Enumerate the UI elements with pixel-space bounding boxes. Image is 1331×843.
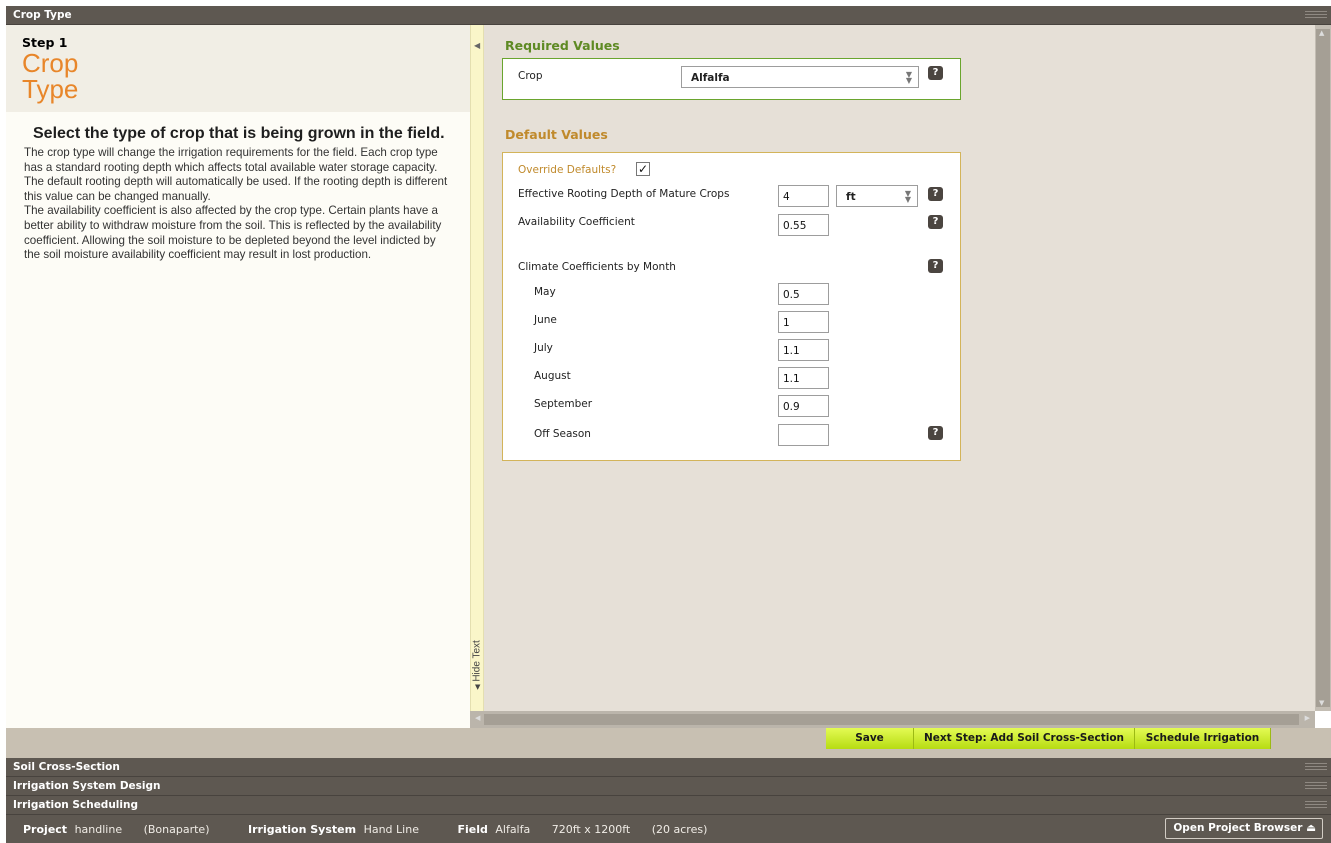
crop-type-panel-header[interactable]: Crop Type [6,6,1331,25]
action-bar: Save Next Step: Add Soil Cross-Section S… [6,728,1331,758]
eject-icon: ⏏ [1306,822,1316,834]
scroll-left-icon[interactable]: ◀ [475,714,480,722]
hide-text-toggle[interactable]: ◀ Hide Text [471,630,483,700]
irrigation-scheduling-title: Irrigation Scheduling [13,799,138,811]
month-label-may: May [534,286,556,298]
project-name: handline [74,823,123,836]
month-input-september[interactable]: 0.9 [778,395,829,417]
month-label-off-season: Off Season [534,428,591,440]
required-values-title: Required Values [505,38,620,53]
help-paragraph: The crop type will change the irrigation… [24,146,448,203]
climate-coefficients-label: Climate Coefficients by Month [518,261,676,273]
step-title-line1: Crop [22,48,79,78]
open-project-browser-label: Open Project Browser [1173,822,1303,834]
month-label-june: June [534,314,557,326]
rooting-depth-label: Effective Rooting Depth of Mature Crops [518,188,730,200]
month-input-july[interactable]: 1.1 [778,339,829,361]
month-label-august: August [534,370,571,382]
month-input-august[interactable]: 1.1 [778,367,829,389]
field-label: Field [457,823,488,836]
vertical-scroll-thumb[interactable] [1316,29,1330,707]
month-label-september: September [534,398,593,410]
scroll-up-icon[interactable]: ▲ [1319,29,1324,37]
month-input-off-season[interactable] [778,424,829,446]
irrigation-system-design-title: Irrigation System Design [13,780,161,792]
override-defaults-checkbox[interactable]: ✓ [636,162,650,176]
rooting-depth-unit-select[interactable]: ft ▼ ▼ [836,185,918,207]
step-header: Step 1 Crop Type [6,25,470,112]
vertical-scrollbar[interactable]: ▲ ▼ [1315,25,1331,711]
scroll-corner [1315,711,1331,728]
soil-cross-section-panel-header[interactable]: Soil Cross-Section [6,758,1331,777]
irrigation-system-design-panel-header[interactable]: Irrigation System Design [6,777,1331,796]
help-heading: Select the type of crop that is being gr… [33,125,445,142]
help-text: Select the type of crop that is being gr… [6,112,470,263]
default-values-title: Default Values [505,127,608,142]
field-crop: Alfalfa [495,823,531,836]
default-values-box: Override Defaults? ✓ Effective Rooting D… [502,152,961,461]
availability-coefficient-input[interactable]: 0.55 [778,214,829,236]
crop-label: Crop [518,70,543,82]
grip-lines-icon [1305,801,1327,810]
save-button[interactable]: Save [826,728,914,749]
field-acres: (20 acres) [651,823,708,836]
triangle-left-icon: ◀ [474,684,482,690]
month-input-may[interactable]: 0.5 [778,283,829,305]
triangle-left-icon[interactable]: ◀ [474,41,480,50]
project-label: Project [23,823,68,836]
help-pane: Step 1 Crop Type Select the type of crop… [6,25,470,728]
crop-type-panel-title: Crop Type [13,9,72,21]
status-bar: Project handline (Bonaparte) Irrigation … [6,815,1331,843]
double-chevron-down-icon: ▼ ▼ [904,189,911,204]
override-defaults-label: Override Defaults? [518,164,617,176]
crop-select[interactable]: Alfalfa ▼ ▼ [681,66,919,88]
availability-coefficient-label: Availability Coefficient [518,216,635,228]
required-values-box: Crop Alfalfa ▼ ▼ ? [502,58,961,100]
main-area: Step 1 Crop Type Select the type of crop… [6,25,1331,728]
double-chevron-down-icon: ▼ ▼ [905,70,912,85]
grip-lines-icon [1305,11,1327,20]
month-label-july: July [534,342,553,354]
help-divider[interactable]: ◀ ◀ Hide Text [470,25,484,728]
scroll-right-icon[interactable]: ▶ [1305,714,1310,722]
soil-cross-section-title: Soil Cross-Section [13,761,120,773]
grip-lines-icon [1305,763,1327,772]
help-paragraph: The availability coefficient is also aff… [24,204,442,262]
question-icon[interactable]: ? [928,187,943,201]
question-icon[interactable]: ? [928,66,943,80]
project-location: (Bonaparte) [143,823,210,836]
scroll-down-icon[interactable]: ▼ [1319,699,1324,707]
schedule-irrigation-button[interactable]: Schedule Irrigation [1135,728,1271,749]
grip-lines-icon [1305,782,1327,791]
step-title: Crop Type [22,50,470,102]
question-icon[interactable]: ? [928,426,943,440]
help-body: The crop type will change the irrigation… [24,146,450,263]
unit-select-value: ft [846,191,856,203]
field-size: 720ft x 1200ft [551,823,631,836]
irrigation-system-label: Irrigation System [248,823,357,836]
crop-select-value: Alfalfa [691,72,730,84]
month-input-june[interactable]: 1 [778,311,829,333]
horizontal-scrollbar[interactable]: ◀ ▶ [470,711,1315,728]
rooting-depth-input[interactable]: 4 [778,185,829,207]
step-number: Step 1 [22,35,68,50]
question-icon[interactable]: ? [928,215,943,229]
horizontal-scroll-thumb[interactable] [484,714,1299,725]
irrigation-scheduling-panel-header[interactable]: Irrigation Scheduling [6,796,1331,815]
next-step-button[interactable]: Next Step: Add Soil Cross-Section [914,728,1135,749]
form-pane: Required Values Crop Alfalfa ▼ ▼ ? Defaul… [484,25,1315,711]
irrigation-system-value: Hand Line [363,823,419,836]
question-icon[interactable]: ? [928,259,943,273]
open-project-browser-button[interactable]: Open Project Browser ⏏ [1165,818,1323,839]
hide-text-label: Hide Text [471,640,483,682]
step-title-line2: Type [22,74,79,104]
